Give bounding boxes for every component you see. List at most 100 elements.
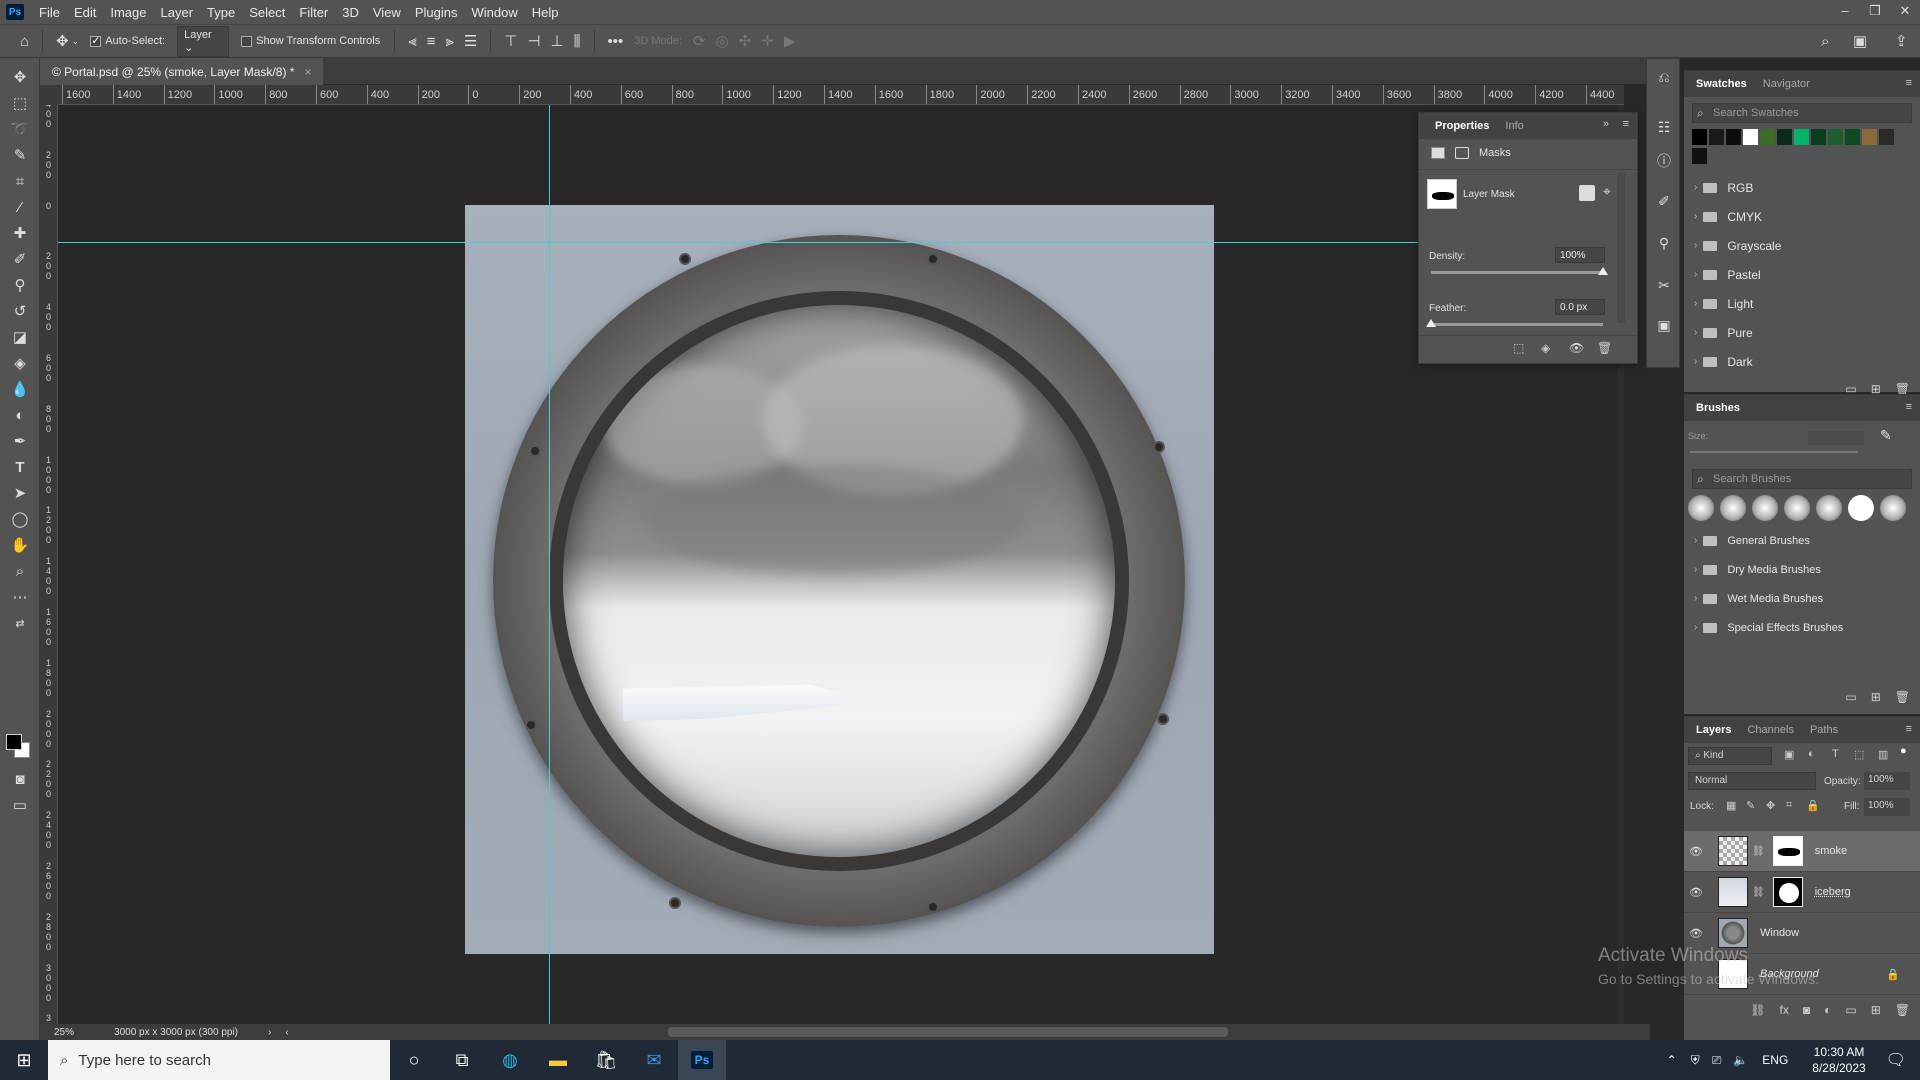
horizontal-ruler[interactable]: 1600 1400 1200 1000 800 600 400 200 0 200 400 600 80… — [58, 85, 1624, 105]
volume-icon[interactable]: 🔈 — [1733, 1053, 1748, 1067]
eye-icon[interactable]: 👁 — [1684, 845, 1708, 858]
swap-colors-icon[interactable]: ⇄ — [8, 614, 32, 634]
layer-row-smoke[interactable]: 👁 ⛓ smoke — [1684, 831, 1920, 872]
align-bottom-icon[interactable]: ⊥ — [551, 32, 564, 50]
lock-all-icon[interactable]: 🔒 — [1806, 799, 1820, 812]
swatches-search-input[interactable]: ⌕ Search Swatches — [1692, 103, 1912, 123]
density-slider-handle[interactable] — [1598, 267, 1608, 275]
search-icon[interactable]: ⌕ — [1821, 33, 1829, 50]
brush-tip[interactable] — [1880, 495, 1906, 521]
show-transform-checkbox[interactable]: Show Transform Controls — [241, 35, 380, 47]
panel-menu-icon[interactable]: ≡ — [1623, 118, 1629, 130]
lasso-tool-icon[interactable]: ➰ — [8, 120, 32, 140]
minimize-icon[interactable]: – — [1830, 0, 1860, 24]
brushes-search-input[interactable]: ⌕ Search Brushes — [1692, 469, 1912, 489]
history-icon[interactable]: ⎌ — [1655, 69, 1673, 86]
filter-adjustment-icon[interactable]: ◐ — [1808, 748, 1815, 760]
taskbar-search-input[interactable]: ⌕ Type here to search — [48, 1040, 390, 1080]
visibility-icon[interactable]: 👁 — [1569, 341, 1584, 355]
color-swatch[interactable] — [1692, 148, 1707, 164]
pen-tool-icon[interactable]: ✒ — [8, 432, 32, 452]
layer-mask-thumbnail[interactable] — [1772, 877, 1803, 907]
folder-pure[interactable]: › Pure — [1684, 318, 1920, 347]
eyedropper-tool-icon[interactable]: ⁄ — [8, 198, 32, 218]
menu-filter[interactable]: Filter — [292, 5, 335, 20]
brush-tip-selected[interactable] — [1848, 495, 1874, 521]
tab-info[interactable]: Info — [1497, 120, 1531, 132]
select-mask-icon[interactable] — [1579, 185, 1595, 201]
brush-tip[interactable] — [1688, 495, 1714, 521]
close-tab-icon[interactable]: × — [304, 65, 311, 79]
tab-properties[interactable]: Properties — [1427, 120, 1497, 132]
tab-brushes[interactable]: Brushes — [1688, 402, 1748, 414]
tool-presets-icon[interactable]: ✂ — [1655, 277, 1673, 294]
folder-grayscale[interactable]: › Grayscale — [1684, 231, 1920, 260]
path-select-icon[interactable]: ➤ — [8, 484, 32, 504]
filter-shape-icon[interactable]: ⬚ — [1854, 748, 1864, 761]
filter-type-icon[interactable]: T — [1832, 748, 1839, 760]
new-brush-icon[interactable]: ✎ — [1880, 427, 1892, 444]
security-icon[interactable]: ⛨ — [1691, 1053, 1700, 1068]
cortana-icon[interactable]: ○ — [390, 1040, 438, 1080]
folder-dark[interactable]: › Dark — [1684, 347, 1920, 376]
home-icon[interactable]: ⌂ — [20, 33, 29, 50]
menu-image[interactable]: Image — [103, 5, 153, 20]
crop-tool-icon[interactable]: ⌗ — [8, 172, 32, 192]
lock-position-icon[interactable]: ✥ — [1766, 799, 1775, 812]
healing-brush-icon[interactable]: ✚ — [8, 224, 32, 244]
distribute-icon[interactable]: ☰ — [464, 32, 477, 50]
history-brush-icon[interactable]: ↺ — [8, 302, 32, 322]
filter-toggle-icon[interactable]: ● — [1900, 745, 1907, 757]
menu-help[interactable]: Help — [525, 5, 566, 20]
more-options-icon[interactable]: ••• — [608, 33, 624, 50]
horizontal-guide[interactable] — [58, 242, 1624, 243]
clone-stamp-icon[interactable]: ⚲ — [8, 276, 32, 296]
store-icon[interactable]: 🛍 — [582, 1040, 630, 1080]
delete-mask-icon[interactable]: 🗑 — [1597, 341, 1612, 355]
chevron-down-icon[interactable]: ⌄ — [72, 36, 80, 47]
folder-wet-media-brushes[interactable]: › Wet Media Brushes — [1684, 584, 1920, 613]
menu-file[interactable]: File — [32, 5, 67, 20]
eye-icon[interactable]: 👁 — [1684, 927, 1708, 940]
size-input[interactable] — [1808, 431, 1864, 445]
vertical-ruler[interactable]: 4002000200400600800100012001400160018002… — [40, 105, 58, 1025]
menu-select[interactable]: Select — [242, 5, 292, 20]
color-swatch[interactable] — [1692, 129, 1707, 145]
mask-thumbnail[interactable] — [1427, 179, 1457, 209]
windows-start-icon[interactable]: ⊞ — [0, 1040, 48, 1080]
color-swatch[interactable] — [1743, 129, 1758, 145]
new-brush-icon[interactable]: ⊞ — [1871, 690, 1881, 704]
feather-slider[interactable] — [1431, 323, 1603, 326]
filter-pixel-icon[interactable]: ▣ — [1784, 748, 1794, 761]
vector-mask-icon[interactable] — [1455, 147, 1469, 159]
zoom-level[interactable]: 25% — [54, 1027, 74, 1038]
collapse-icon[interactable]: » — [1603, 118, 1609, 130]
pixel-mask-icon[interactable] — [1431, 147, 1445, 159]
panel-menu-icon[interactable]: ≡ — [1906, 723, 1912, 735]
filter-smart-object-icon[interactable]: ▥ — [1878, 748, 1888, 761]
layer-row-iceberg[interactable]: 👁 ⛓ iceberg — [1684, 872, 1920, 913]
vertical-guide[interactable] — [549, 105, 550, 1025]
link-icon[interactable]: ⛓ — [1752, 846, 1765, 857]
new-group-icon[interactable]: ▭ — [1845, 690, 1856, 704]
marquee-tool-icon[interactable]: ⬚ — [8, 94, 32, 114]
folder-cmyk[interactable]: › CMYK — [1684, 202, 1920, 231]
edge-icon[interactable]: ◍ — [486, 1040, 534, 1080]
color-swatch[interactable] — [1794, 129, 1809, 145]
align-right-icon[interactable]: ⫸ — [445, 33, 453, 50]
tab-navigator[interactable]: Navigator — [1755, 78, 1818, 90]
color-swatch[interactable] — [1845, 129, 1860, 145]
align-top-icon[interactable]: ⊤ — [504, 32, 517, 50]
align-center-icon[interactable]: ≡ — [427, 33, 436, 50]
status-arrow-icon[interactable]: › — [268, 1027, 271, 1038]
quick-mask-icon[interactable]: ◙ — [8, 770, 32, 790]
ellipse-tool-icon[interactable]: ◯ — [8, 510, 32, 530]
brush-settings-icon[interactable]: ✐ — [1655, 193, 1673, 210]
lock-pixels-icon[interactable]: ✎ — [1746, 799, 1755, 812]
panel-menu-icon[interactable]: ≡ — [1906, 77, 1912, 89]
dodge-tool-icon[interactable]: ◐ — [8, 406, 32, 426]
color-swatch[interactable] — [1828, 129, 1843, 145]
brush-tip[interactable] — [1784, 495, 1810, 521]
add-mask-icon[interactable]: ◙ — [1803, 1003, 1810, 1017]
folder-pastel[interactable]: › Pastel — [1684, 260, 1920, 289]
